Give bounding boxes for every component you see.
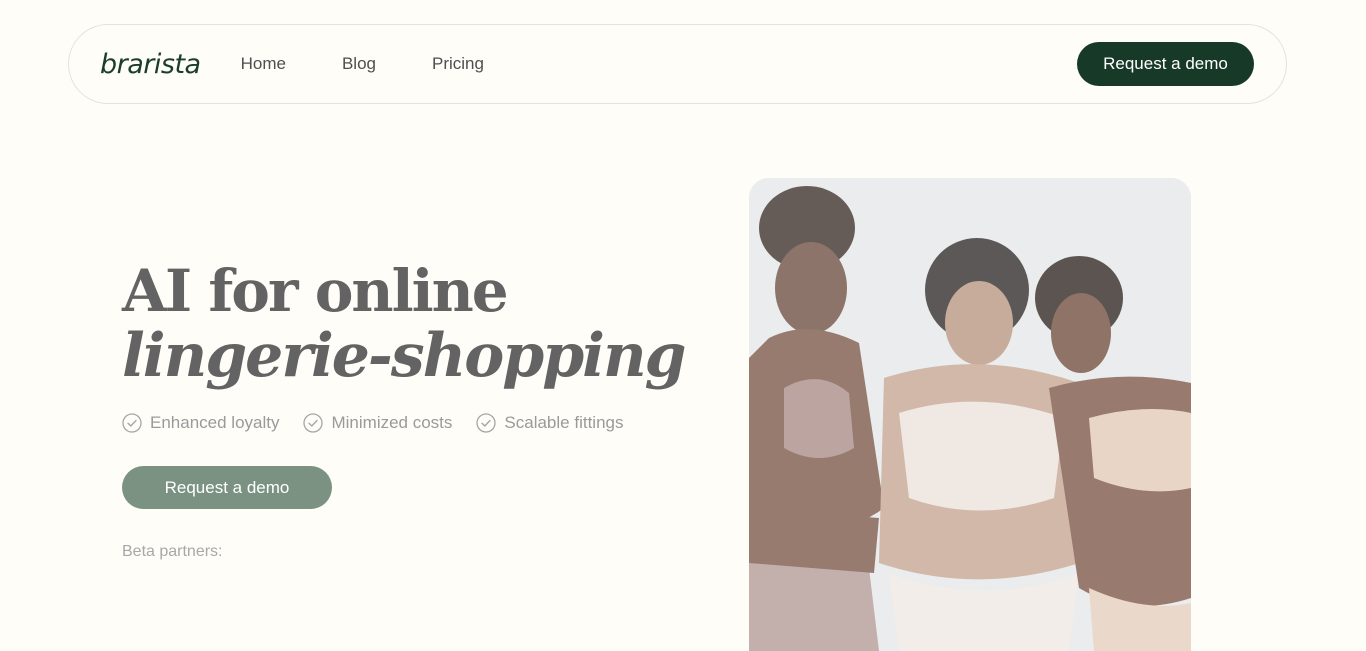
nav-request-demo-button[interactable]: Request a demo — [1077, 42, 1254, 86]
check-circle-icon — [476, 413, 497, 433]
hero-title-line-1: AI for online — [122, 257, 509, 325]
nav-link-home[interactable]: Home — [241, 54, 286, 74]
check-circle-icon — [303, 413, 324, 433]
feature-item: Enhanced loyalty — [122, 413, 279, 433]
hero-request-demo-button[interactable]: Request a demo — [122, 466, 332, 509]
hero-title-line-2: lingerie-shopping — [122, 321, 687, 391]
brand-logo[interactable]: brarista — [100, 51, 201, 78]
check-circle-icon — [122, 413, 142, 433]
nav-link-blog[interactable]: Blog — [342, 54, 376, 74]
hero-photo — [749, 178, 1191, 651]
hero-title: AI for online lingerie-shopping — [122, 257, 687, 391]
feature-item: Minimized costs — [303, 413, 452, 433]
nav-links: Home Blog Pricing — [241, 54, 484, 74]
feature-item: Scalable fittings — [476, 413, 623, 433]
feature-label: Enhanced loyalty — [150, 413, 280, 432]
beta-partners-label: Beta partners: — [122, 543, 223, 560]
feature-label: Minimized costs — [331, 413, 453, 432]
feature-list: Enhanced loyalty Minimized costs Scalabl… — [122, 413, 623, 433]
feature-label: Scalable fittings — [504, 413, 624, 432]
hero-photo-illustration — [749, 178, 1191, 651]
page: brarista Home Blog Pricing Request a dem… — [0, 0, 1366, 651]
nav-link-pricing[interactable]: Pricing — [432, 54, 484, 74]
top-navbar: brarista Home Blog Pricing Request a dem… — [68, 24, 1287, 104]
